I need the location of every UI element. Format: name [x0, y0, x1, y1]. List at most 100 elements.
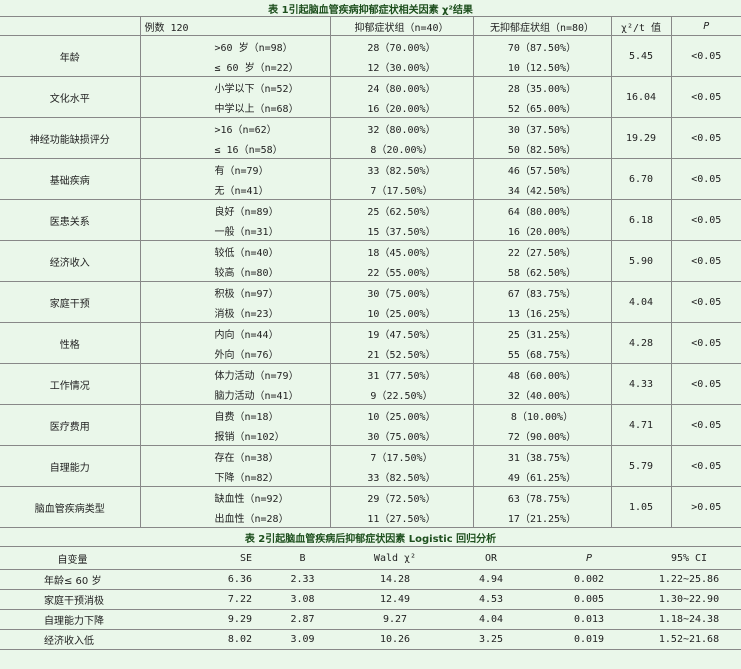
- dep-group-value: 21（52.50%）: [329, 343, 473, 364]
- factor-level: 存在（n=38）: [139, 445, 330, 466]
- nodep-group-value: 52（65.00%）: [472, 97, 611, 118]
- nodep-group-value: 16（20.00%）: [472, 220, 611, 241]
- p-value: <0.05: [670, 240, 741, 282]
- nodep-group-value: 72（90.00%）: [472, 425, 611, 446]
- table2: 表 2引起脑血管疾病后抑郁症状因素 Logistic 回归分析 自变量 SE B…: [0, 528, 741, 650]
- table1-caption: 表 1引起脑血管疾病抑郁症状相关因素 χ²结果: [0, 0, 741, 17]
- or-value: 3.25: [441, 629, 541, 650]
- chi-value: 5.45: [610, 35, 671, 77]
- dep-group-value: 9（22.50%）: [329, 384, 473, 405]
- wald-value: 10.26: [349, 629, 441, 650]
- nodep-group-value: 63（78.75%）: [472, 486, 611, 507]
- dep-group-value: 7（17.50%）: [329, 445, 473, 466]
- nodep-group-value: 31（38.75%）: [472, 445, 611, 466]
- table1: 表 1引起脑血管疾病抑郁症状相关因素 χ²结果 例数 120 抑郁症状组（n=4…: [0, 0, 741, 528]
- variable-name: 自理能力下降: [0, 609, 145, 630]
- factor-level: 一般（n=31）: [139, 220, 330, 241]
- dep-group-value: 33（82.50%）: [329, 158, 473, 179]
- dep-group-value: 25（62.50%）: [329, 199, 473, 220]
- dep-group-value: 29（72.50%）: [329, 486, 473, 507]
- chi-value: 4.04: [610, 281, 671, 323]
- ci-value: 1.18~24.38: [637, 609, 741, 630]
- chi-value: 1.05: [610, 486, 671, 528]
- factor-level: 积极（n=97）: [139, 281, 330, 302]
- se-value: 8.02: [145, 629, 256, 650]
- nodep-group-value: 30（37.50%）: [472, 117, 611, 138]
- factor-level: 脑力活动（n=41）: [139, 384, 330, 405]
- ci-value: 1.30~22.90: [637, 589, 741, 610]
- p-value: >0.05: [670, 486, 741, 528]
- dep-group-value: 10（25.00%）: [329, 302, 473, 323]
- table1-row: 基础疾病 有（n=79） 33（82.50%） 46（57.50%） 6.70 <0.05: [0, 158, 741, 200]
- p-value: <0.05: [670, 35, 741, 77]
- factor-level: 良好（n=89）: [139, 199, 330, 220]
- table2-caption: 表 2引起脑血管疾病后抑郁症状因素 Logistic 回归分析: [0, 528, 741, 547]
- factor-name: 工作情况: [0, 363, 140, 405]
- nodep-group-value: 25（31.25%）: [472, 322, 611, 343]
- nodep-group-value: 64（80.00%）: [472, 199, 611, 220]
- factor-level: 有（n=79）: [139, 158, 330, 179]
- wald-value: 12.49: [349, 589, 441, 610]
- table2-header-wald: Wald χ²: [349, 546, 441, 570]
- factor-level: >16（n=62）: [139, 117, 330, 138]
- b-value: 3.09: [256, 629, 349, 650]
- nodep-group-value: 13（16.25%）: [472, 302, 611, 323]
- factor-name: 经济收入: [0, 240, 140, 282]
- nodep-group-value: 32（40.00%）: [472, 384, 611, 405]
- factor-level: ≤ 60 岁（n=22）: [139, 56, 330, 77]
- nodep-group-value: 34（42.50%）: [472, 179, 611, 200]
- dep-group-value: 12（30.00%）: [329, 56, 473, 77]
- table1-row: 经济收入 较低（n=40） 18（45.00%） 22（27.50%） 5.90 <0.0…: [0, 240, 741, 282]
- table1-row: 文化水平 小学以下（n=52） 24（80.00%） 28（35.00%） 16.04 <…: [0, 76, 741, 118]
- dep-group-value: 10（25.00%）: [329, 404, 473, 425]
- table1-row: 自理能力 存在（n=38） 7（17.50%） 31（38.75%） 5.79 <0.05: [0, 445, 741, 487]
- or-value: 4.94: [441, 569, 541, 590]
- p-value: 0.013: [541, 609, 637, 630]
- factor-level: 中学以上（n=68）: [139, 97, 330, 118]
- nodep-group-value: 58（62.50%）: [472, 261, 611, 282]
- se-value: 7.22: [145, 589, 256, 610]
- dep-group-value: 31（77.50%）: [329, 363, 473, 384]
- table2-header-ci: 95% CI: [637, 546, 741, 570]
- factor-name: 性格: [0, 322, 140, 364]
- dep-group-value: 33（82.50%）: [329, 466, 473, 487]
- dep-group-value: 28（70.00%）: [329, 35, 473, 56]
- dep-group-value: 24（80.00%）: [329, 76, 473, 97]
- p-value: <0.05: [670, 117, 741, 159]
- p-value: 0.005: [541, 589, 637, 610]
- factor-level: 小学以下（n=52）: [139, 76, 330, 97]
- p-value: <0.05: [670, 404, 741, 446]
- p-value: <0.05: [670, 158, 741, 200]
- factor-level: 出血性（n=28）: [139, 507, 330, 528]
- factor-level: ≤ 16（n=58）: [139, 138, 330, 159]
- variable-name: 家庭干预消极: [0, 589, 145, 610]
- p-value: <0.05: [670, 281, 741, 323]
- factor-name: 年龄: [0, 35, 140, 77]
- table1-header-factor: [0, 16, 140, 36]
- dep-group-value: 19（47.50%）: [329, 322, 473, 343]
- factor-level: 较低（n=40）: [139, 240, 330, 261]
- table2-row: 年龄≤ 60 岁 6.36 2.33 14.28 4.94 0.002 1.22~25.86: [0, 569, 741, 590]
- table1-header-dep: 抑郁症状组（n=40）: [329, 16, 473, 36]
- factor-name: 医患关系: [0, 199, 140, 241]
- b-value: 3.08: [256, 589, 349, 610]
- table2-header-b: B: [256, 546, 349, 570]
- chi-value: 6.18: [610, 199, 671, 241]
- table1-header-nodep: 无抑郁症状组（n=80）: [472, 16, 611, 36]
- chi-value: 4.71: [610, 404, 671, 446]
- chi-value: 19.29: [610, 117, 671, 159]
- factor-name: 医疗费用: [0, 404, 140, 446]
- chi-value: 6.70: [610, 158, 671, 200]
- table2-header-p: P: [541, 546, 637, 570]
- factor-name: 自理能力: [0, 445, 140, 487]
- factor-level: 无（n=41）: [139, 179, 330, 200]
- factor-name: 基础疾病: [0, 158, 140, 200]
- chi-value: 4.33: [610, 363, 671, 405]
- table1-header-chi: χ²/t 值: [610, 16, 671, 36]
- chi-value: 16.04: [610, 76, 671, 118]
- dep-group-value: 7（17.50%）: [329, 179, 473, 200]
- factor-level: >60 岁（n=98）: [139, 35, 330, 56]
- table1-row: 脑血管疾病类型 缺血性（n=92） 29（72.50%） 63（78.75%） 1.05…: [0, 486, 741, 528]
- table1-row: 性格 内向（n=44） 19（47.50%） 25（31.25%） 4.28 <0.05: [0, 322, 741, 364]
- nodep-group-value: 67（83.75%）: [472, 281, 611, 302]
